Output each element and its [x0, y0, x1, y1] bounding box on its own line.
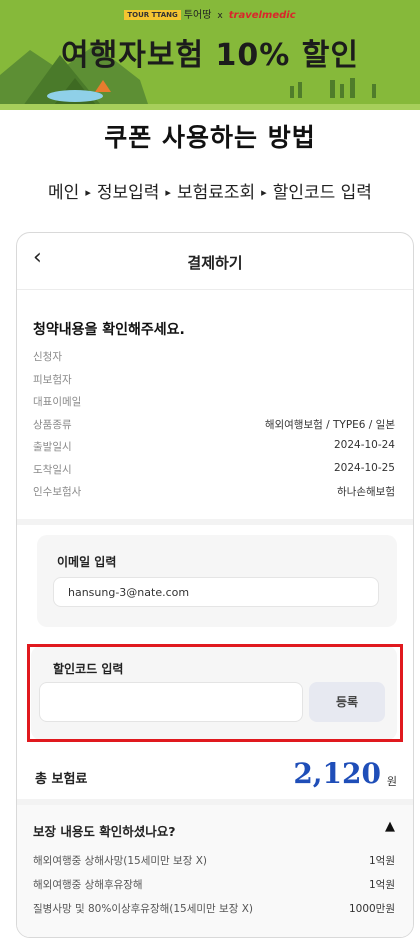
coverage-value: 1억원 — [368, 879, 395, 891]
coverage-label: 질병사망 및 80%이상후유장해(15세미만 보장 X) — [33, 903, 253, 915]
top-bar: ‹ 결제하기 — [17, 233, 413, 290]
info-value: 2024-10-24 — [333, 439, 395, 451]
coverage-row: 해외여행중 상해사망(15세미만 보장 X) 1억원 — [33, 853, 395, 873]
confirm-title: 청약내용을 확인해주세요. — [33, 322, 185, 338]
tourttang-name: 투어땅 — [183, 10, 212, 21]
step-main: 메인 — [48, 183, 80, 203]
coverage-label: 해외여행중 상해사망(15세미만 보장 X) — [33, 855, 207, 867]
step-arrow-icon: ▸ — [85, 186, 91, 199]
email-section: 이메일 입력 hansung-3@nate.com — [37, 535, 397, 627]
steps-breadcrumb: 메인 ▸ 정보입력 ▸ 보험료조회 ▸ 할인코드 입력 — [0, 178, 420, 203]
section-divider — [17, 519, 413, 525]
info-row-applicant: 신청자 — [33, 349, 395, 372]
payment-screen: ‹ 결제하기 청약내용을 확인해주세요. 신청자 피보험자 대표이메일 상품종류… — [16, 232, 414, 938]
step-arrow-icon: ▸ — [165, 186, 171, 199]
info-value: 하나손해보험 — [337, 486, 395, 498]
application-info-list: 신청자 피보험자 대표이메일 상품종류 해외여행보험 / TYPE6 / 일본 출… — [33, 349, 395, 507]
step-premium-lookup: 보험료조회 — [176, 183, 256, 203]
total-premium-unit: 원 — [386, 775, 397, 788]
coverage-value: 1000만원 — [348, 903, 395, 915]
info-row-insured: 피보험자 — [33, 372, 395, 395]
info-value: 해외여행보험 / TYPE6 / 일본 — [264, 418, 395, 431]
info-label: 대표이메일 — [33, 396, 82, 408]
coverage-row: 해외여행중 상해후유장해 1억원 — [33, 877, 395, 897]
info-row-email: 대표이메일 — [33, 394, 395, 417]
coverage-label: 해외여행중 상해후유장해 — [33, 879, 143, 891]
total-premium-label: 총 보험료 — [35, 772, 88, 787]
info-row-product: 상품종류 해외여행보험 / TYPE6 / 일본 — [33, 417, 395, 440]
coverage-question: 보장 내용도 확인하셨나요? — [33, 824, 176, 839]
info-row-departure: 출발일시 2024-10-24 — [33, 439, 395, 462]
banner-title: 여행자보험 10% 할인 — [61, 38, 359, 73]
travelmedic-logo: travelmedic — [228, 10, 296, 21]
highlight-box — [27, 644, 403, 742]
info-value: 2024-10-25 — [333, 461, 395, 474]
step-arrow-icon: ▸ — [261, 186, 267, 199]
tourttang-logo: TOUR TTANG — [124, 10, 181, 20]
coverage-section: 보장 내용도 확인하셨나요? ▲ 해외여행중 상해사망(15세미만 보장 X) 1… — [17, 805, 413, 937]
coverage-row: 질병사망 및 80%이상후유장해(15세미만 보장 X) 1000만원 — [33, 901, 395, 921]
coverage-value: 1억원 — [368, 855, 395, 867]
info-row-insurer: 인수보험사 하나손해보험 — [33, 484, 395, 507]
guide-heading: 쿠폰 사용하는 방법 — [104, 123, 316, 152]
info-label: 인수보험사 — [33, 486, 82, 498]
collapse-triangle-icon[interactable]: ▲ — [385, 819, 395, 834]
info-label: 출발일시 — [33, 441, 72, 453]
total-premium-amount: 2,120 — [293, 757, 381, 790]
info-row-arrival: 도착일시 2024-10-25 — [33, 462, 395, 485]
step-code-input: 할인코드 입력 — [272, 183, 372, 203]
promo-banner: TOUR TTANG 투어땅 x travelmedic 여행자보험 10% 할인 — [0, 0, 420, 110]
page-title: 결제하기 — [187, 254, 243, 272]
info-label: 도착일시 — [33, 463, 72, 476]
brand-bar: TOUR TTANG 투어땅 x travelmedic — [0, 6, 420, 21]
info-label: 신청자 — [33, 351, 62, 363]
info-label: 피보험자 — [33, 373, 72, 386]
email-label: 이메일 입력 — [57, 555, 117, 569]
step-info-input: 정보입력 — [96, 183, 160, 203]
email-field[interactable]: hansung-3@nate.com — [53, 577, 379, 607]
info-label: 상품종류 — [33, 418, 72, 431]
brand-separator: x — [217, 11, 223, 21]
